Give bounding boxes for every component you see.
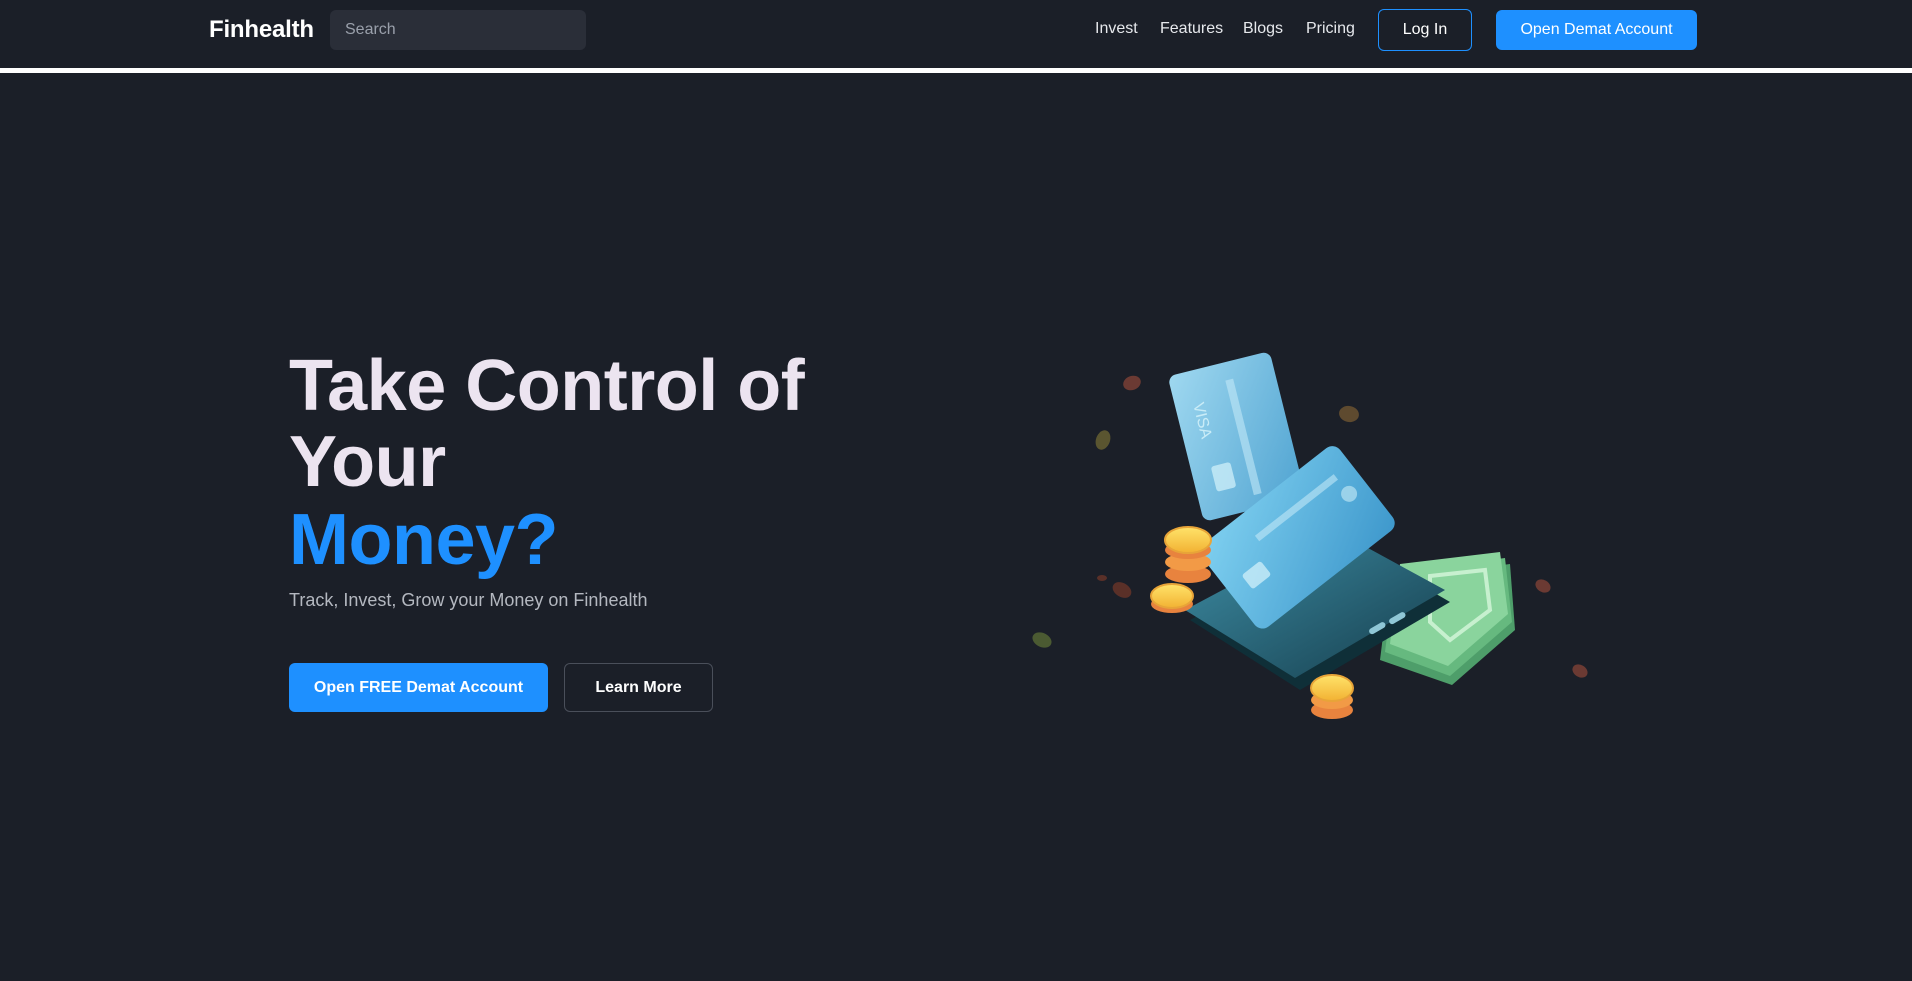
hero-title-line2: Your xyxy=(289,422,446,502)
nav-pricing[interactable]: Pricing xyxy=(1306,20,1355,38)
search-input[interactable] xyxy=(345,21,586,39)
open-demat-account-button[interactable]: Open Demat Account xyxy=(1496,10,1697,50)
nav-invest[interactable]: Invest xyxy=(1095,20,1138,38)
hero-title-line1: Take Control of xyxy=(289,346,805,426)
hero-subtitle: Track, Invest, Grow your Money on Finhea… xyxy=(289,590,648,610)
open-free-demat-account-button[interactable]: Open FREE Demat Account xyxy=(289,663,548,712)
search-box[interactable] xyxy=(330,10,586,50)
finance-illustration: VISA xyxy=(1032,352,1588,719)
learn-more-button[interactable]: Learn More xyxy=(564,663,713,712)
top-navbar: Finhealth Invest Features Blogs Pricing … xyxy=(0,0,1912,66)
hero-title-accent: Money? xyxy=(289,500,559,580)
hero-title: Take Control of Your Money? xyxy=(289,348,889,578)
nav-blogs[interactable]: Blogs xyxy=(1243,20,1283,38)
login-button[interactable]: Log In xyxy=(1378,9,1472,51)
header-divider xyxy=(0,66,1912,73)
landing-page: Finhealth Invest Features Blogs Pricing … xyxy=(0,0,1912,981)
nav-features[interactable]: Features xyxy=(1160,20,1223,38)
brand-logo[interactable]: Finhealth xyxy=(209,16,314,44)
